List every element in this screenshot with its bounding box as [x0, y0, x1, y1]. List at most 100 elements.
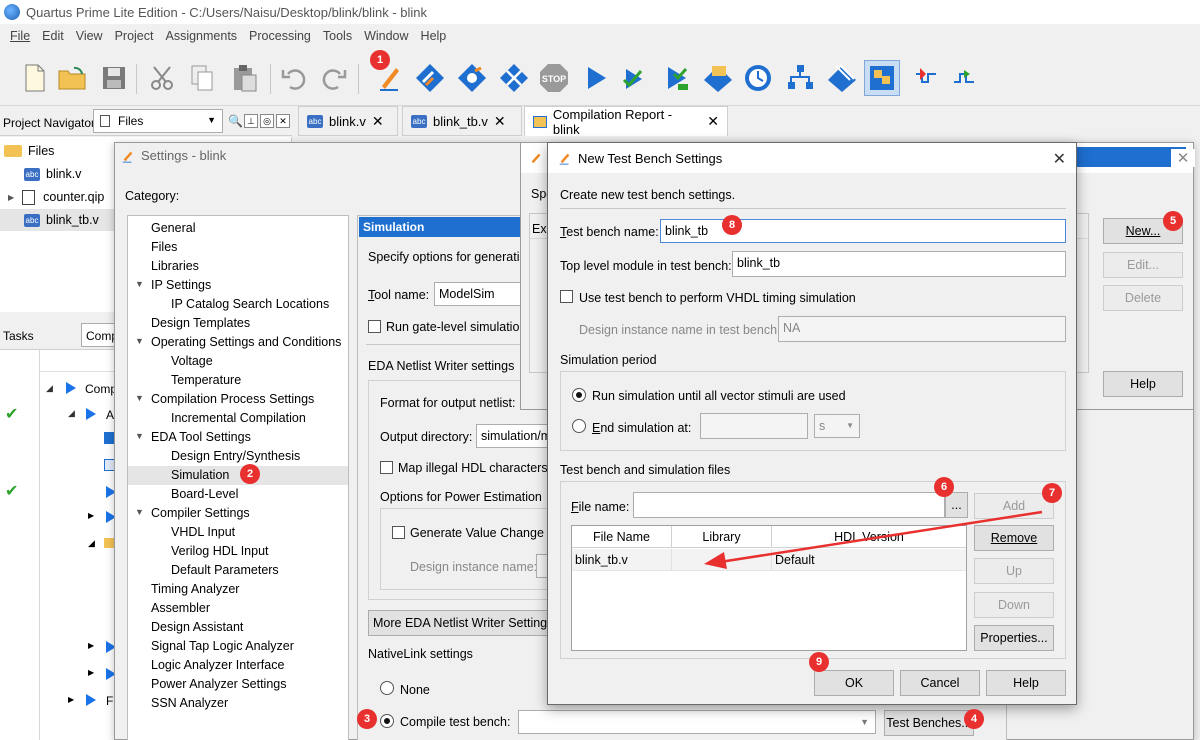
chevron-down-icon[interactable]: ▼: [135, 279, 144, 289]
netlist-icon[interactable]: [782, 60, 818, 96]
compile-tb-radio[interactable]: [380, 714, 394, 728]
end-at-radio[interactable]: [572, 419, 586, 433]
check-icon[interactable]: [616, 60, 652, 96]
category-item[interactable]: Logic Analyzer Interface: [151, 658, 284, 672]
properties-button[interactable]: Properties...: [974, 625, 1054, 651]
undo-icon[interactable]: [276, 60, 312, 96]
tool-name-select[interactable]: ModelSim: [434, 282, 534, 306]
help-button[interactable]: Help: [1103, 371, 1183, 397]
chevron-down-icon[interactable]: ▼: [135, 431, 144, 441]
file-name-field[interactable]: [633, 492, 945, 518]
tab-blink-tb-v[interactable]: abc blink_tb.v ✕: [402, 106, 522, 136]
vhdl-timing-checkbox[interactable]: [560, 290, 573, 303]
close-icon[interactable]: ✕: [372, 113, 384, 130]
close-icon[interactable]: ✕: [1053, 149, 1066, 169]
menu-file[interactable]: File: [4, 29, 36, 43]
chevron-down-icon[interactable]: ▼: [135, 336, 144, 346]
down-button[interactable]: Down: [974, 592, 1054, 618]
close-icon[interactable]: ✕: [276, 114, 290, 128]
save-icon[interactable]: [96, 60, 132, 96]
navigator-view-select[interactable]: Files ▼: [93, 109, 223, 133]
col-hdl-version[interactable]: HDL Version: [772, 526, 966, 548]
chip-planner-icon[interactable]: [864, 60, 900, 96]
category-item[interactable]: Default Parameters: [171, 563, 279, 577]
category-item[interactable]: Signal Tap Logic Analyzer: [151, 639, 294, 653]
menu-project[interactable]: Project: [109, 29, 160, 43]
chevron-down-icon[interactable]: ◢: [46, 383, 53, 394]
category-item[interactable]: Power Analyzer Settings: [151, 677, 287, 691]
close-icon[interactable]: ✕: [1171, 149, 1195, 167]
top-module-field[interactable]: blink_tb: [732, 251, 1066, 277]
run-gate-checkbox[interactable]: [368, 320, 381, 333]
category-item[interactable]: Timing Analyzer: [151, 582, 239, 596]
chevron-right-icon[interactable]: ▶: [8, 193, 14, 202]
menu-processing[interactable]: Processing: [243, 29, 317, 43]
design-inst-field[interactable]: NA: [778, 316, 1066, 342]
simulate-icon[interactable]: [946, 60, 982, 96]
category-item[interactable]: Assembler: [151, 601, 210, 615]
category-item[interactable]: Operating Settings and Conditions: [151, 335, 341, 349]
cut-icon[interactable]: [144, 60, 180, 96]
remove-button[interactable]: Remove: [974, 525, 1054, 551]
col-file-name[interactable]: File Name: [572, 526, 672, 548]
category-item[interactable]: Board-Level: [171, 487, 238, 501]
menu-view[interactable]: View: [70, 29, 109, 43]
menu-window[interactable]: Window: [358, 29, 414, 43]
menu-tools[interactable]: Tools: [317, 29, 358, 43]
chevron-down-icon[interactable]: ◢: [68, 408, 75, 419]
category-item[interactable]: IP Settings: [151, 278, 211, 292]
category-item[interactable]: Compiler Settings: [151, 506, 250, 520]
start-icon[interactable]: [578, 60, 614, 96]
category-item[interactable]: Files: [151, 240, 177, 254]
category-item[interactable]: Design Assistant: [151, 620, 243, 634]
tb-name-field[interactable]: blink_tb: [660, 219, 1066, 243]
paste-icon[interactable]: [226, 60, 262, 96]
none-radio[interactable]: [380, 681, 394, 695]
category-item[interactable]: General: [151, 221, 195, 235]
pin-icon[interactable]: ⊥: [244, 114, 258, 128]
stop-icon[interactable]: STOP: [536, 60, 572, 96]
timing-icon[interactable]: [740, 60, 776, 96]
chevron-down-icon[interactable]: ▼: [135, 507, 144, 517]
search-icon[interactable]: 🔍: [228, 114, 243, 128]
chevron-right-icon[interactable]: ▶: [88, 641, 94, 650]
category-item[interactable]: VHDL Input: [171, 525, 235, 539]
category-item-simulation[interactable]: Simulation: [171, 468, 229, 482]
chevron-down-icon[interactable]: ◢: [88, 538, 95, 549]
task-fitter[interactable]: F: [106, 694, 113, 708]
ok-button[interactable]: OK: [814, 670, 894, 696]
more-eda-button[interactable]: More EDA Netlist Writer Settings...: [368, 610, 552, 636]
tab-compilation-report[interactable]: Compilation Report - blink ✕: [524, 106, 728, 137]
menu-assignments[interactable]: Assignments: [159, 29, 243, 43]
output-dir-field[interactable]: simulation/m: [476, 424, 548, 448]
compile-design-icon[interactable]: [454, 60, 490, 96]
category-item[interactable]: SSN Analyzer: [151, 696, 228, 710]
category-item[interactable]: Design Entry/Synthesis: [171, 449, 300, 463]
category-item[interactable]: Voltage: [171, 354, 213, 368]
copy-icon[interactable]: [184, 60, 220, 96]
tab-blink-v[interactable]: abc blink.v ✕: [298, 106, 398, 136]
start-analysis-icon[interactable]: [658, 60, 694, 96]
open-folder-icon[interactable]: [54, 60, 90, 96]
category-item[interactable]: Verilog HDL Input: [171, 544, 269, 558]
help-button[interactable]: Help: [986, 670, 1066, 696]
col-library[interactable]: Library: [672, 526, 772, 548]
cancel-button[interactable]: Cancel: [900, 670, 980, 696]
map-illegal-checkbox[interactable]: [380, 461, 393, 474]
close-icon[interactable]: ✕: [494, 113, 506, 130]
fitter-icon[interactable]: [496, 60, 532, 96]
category-item[interactable]: EDA Tool Settings: [151, 430, 251, 444]
signal-tap-icon[interactable]: [908, 60, 944, 96]
close-icon[interactable]: ✕: [707, 113, 719, 130]
chevron-down-icon[interactable]: ▼: [135, 393, 144, 403]
analysis-icon[interactable]: [412, 60, 448, 96]
run-all-radio[interactable]: [572, 388, 586, 402]
programmer-icon[interactable]: [824, 60, 860, 96]
category-item[interactable]: IP Catalog Search Locations: [171, 297, 329, 311]
edit-button[interactable]: Edit...: [1103, 252, 1183, 278]
category-item[interactable]: Temperature: [171, 373, 241, 387]
chevron-right-icon[interactable]: ▶: [88, 668, 94, 677]
gen-vcd-checkbox[interactable]: [392, 526, 405, 539]
task-analysis[interactable]: A: [106, 408, 114, 422]
menu-help[interactable]: Help: [415, 29, 453, 43]
